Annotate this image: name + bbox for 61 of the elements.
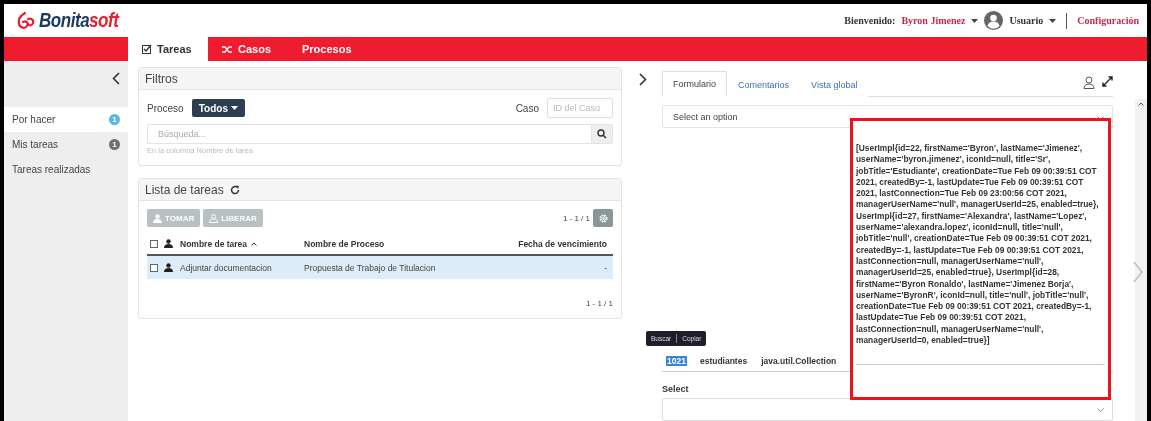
caret-icon bbox=[971, 18, 979, 23]
search-button[interactable] bbox=[591, 124, 613, 144]
pager-text: 1 - 1 / 1 bbox=[562, 213, 590, 223]
user-menu[interactable]: Usuario bbox=[1009, 15, 1044, 26]
case-id-field[interactable]: ID del Caso bbox=[547, 98, 613, 118]
process-dropdown[interactable]: Todos bbox=[191, 99, 245, 117]
table-cell-text: - bbox=[603, 262, 607, 273]
user-list-text: [UserImpl{id=22, firstName='Byron', lastName='Jimenez', userName='byron.jimenez', iconId=null, title='Sr', jobTitle='Estudiante', creationDate=Tue Feb 09 00:39:51 COT 2021, createdBy=-1, lastUpdate=Tue Feb 09 00:39:51 COT 2021, lastConnection=Tue Feb 09 23:00:56 COT 2021, managerUserName='null', managerUserId=25, enabled=true}, UserImpl{id=27, firstName='Alexandra', lastName='Lopez', userName='alexandra.lopez', iconId=null, title='null', jobTitle='null', creationDate=Tue Feb 09 00:39:51 COT 2021, createdBy=-1, lastUpdate=Tue Feb 09 00:39:51 COT 2021, lastConnection=null, managerUserName='null', managerUserId=25, enabled=true}, UserImpl{id=28, firstName='Byron Ronaldo', lastName='Jimenez Borja', userName='ByronR', iconId=null, title='null', jobTitle='null', creationDate=Tue Feb 09 00:39:51 COT 2021, createdBy=-1, lastUpdate=Tue Feb 09 00:39:51 COT 2021, lastConnection=null, managerUserName='null', managerUserId=0, enabled=true}] bbox=[856, 143, 1105, 366]
checkbox-icon bbox=[142, 44, 152, 54]
collection-text: 1021 bbox=[666, 355, 687, 366]
column-header[interactable]: Nombre de Proceso bbox=[304, 238, 497, 249]
caret-icon bbox=[230, 106, 238, 110]
expand-icon[interactable] bbox=[1102, 76, 1113, 87]
column-header[interactable]: Fecha de vencimiento bbox=[497, 238, 607, 249]
count-badge: 1 bbox=[109, 114, 120, 125]
logo-icon bbox=[16, 10, 36, 31]
sidebar-item[interactable]: Tareas realizadas bbox=[4, 157, 128, 182]
form-tab[interactable]: Formulario bbox=[662, 71, 727, 97]
nav-tab[interactable]: Casos bbox=[208, 37, 288, 61]
avatar-icon bbox=[984, 11, 1004, 30]
welcome-label: Bienvenido: bbox=[844, 15, 896, 26]
panel-title: Lista de tareas bbox=[145, 182, 224, 197]
scrollbar[interactable] bbox=[1135, 99, 1147, 421]
chevron-left-icon[interactable] bbox=[112, 72, 120, 85]
count-badge: 1 bbox=[109, 139, 120, 150]
table-cell-text: Adjuntar documentacion bbox=[180, 262, 273, 273]
person-outline-icon bbox=[209, 213, 219, 223]
nav-tab[interactable]: Tareas bbox=[128, 37, 208, 61]
caret-icon bbox=[1049, 18, 1057, 23]
settings-link[interactable]: Configuración bbox=[1077, 15, 1139, 26]
pager-text: 1 - 1 / 1 bbox=[585, 299, 613, 308]
sidebar-item[interactable]: Mis tareas 1 bbox=[4, 132, 128, 157]
task-row[interactable]: Adjuntar documentacion Propuesta de Trabajo de Titulacion - bbox=[147, 256, 613, 279]
user-name-link[interactable]: Byron Jimenez bbox=[901, 15, 966, 26]
field-label: Select bbox=[662, 384, 690, 394]
person-icon bbox=[153, 213, 162, 223]
sort-caret-icon bbox=[251, 241, 258, 246]
logo-text-accent: soft bbox=[89, 9, 119, 32]
process-label: Proceso bbox=[147, 102, 184, 114]
refresh-icon[interactable] bbox=[229, 184, 240, 195]
settings-button[interactable] bbox=[593, 209, 613, 227]
checkbox[interactable] bbox=[150, 239, 158, 248]
logo-text: Bonita bbox=[39, 9, 90, 32]
collection-text: estudiantes bbox=[698, 355, 749, 366]
panel-title: Filtros bbox=[145, 71, 178, 86]
person-icon bbox=[164, 239, 173, 248]
person-outline-icon[interactable] bbox=[1083, 76, 1096, 89]
nav-tab[interactable]: Procesos bbox=[288, 37, 378, 61]
scroll-up-icon[interactable] bbox=[1138, 102, 1144, 106]
sidebar-item[interactable]: Por hacer 1 bbox=[4, 107, 128, 132]
checkbox[interactable] bbox=[150, 263, 158, 272]
chevron-right-icon[interactable] bbox=[639, 73, 647, 86]
case-label: Caso bbox=[515, 102, 539, 114]
table-cell-text: Propuesta de Trabajo de Titulacion bbox=[304, 262, 437, 273]
search-icon bbox=[597, 129, 607, 139]
person-icon bbox=[164, 263, 173, 272]
shuffle-icon bbox=[222, 44, 233, 54]
gear-icon bbox=[598, 213, 608, 223]
column-header[interactable]: Nombre de tarea bbox=[180, 238, 304, 249]
collection-text: java.util.Collection bbox=[760, 355, 838, 366]
search-field[interactable]: Búsqueda... bbox=[147, 124, 591, 144]
